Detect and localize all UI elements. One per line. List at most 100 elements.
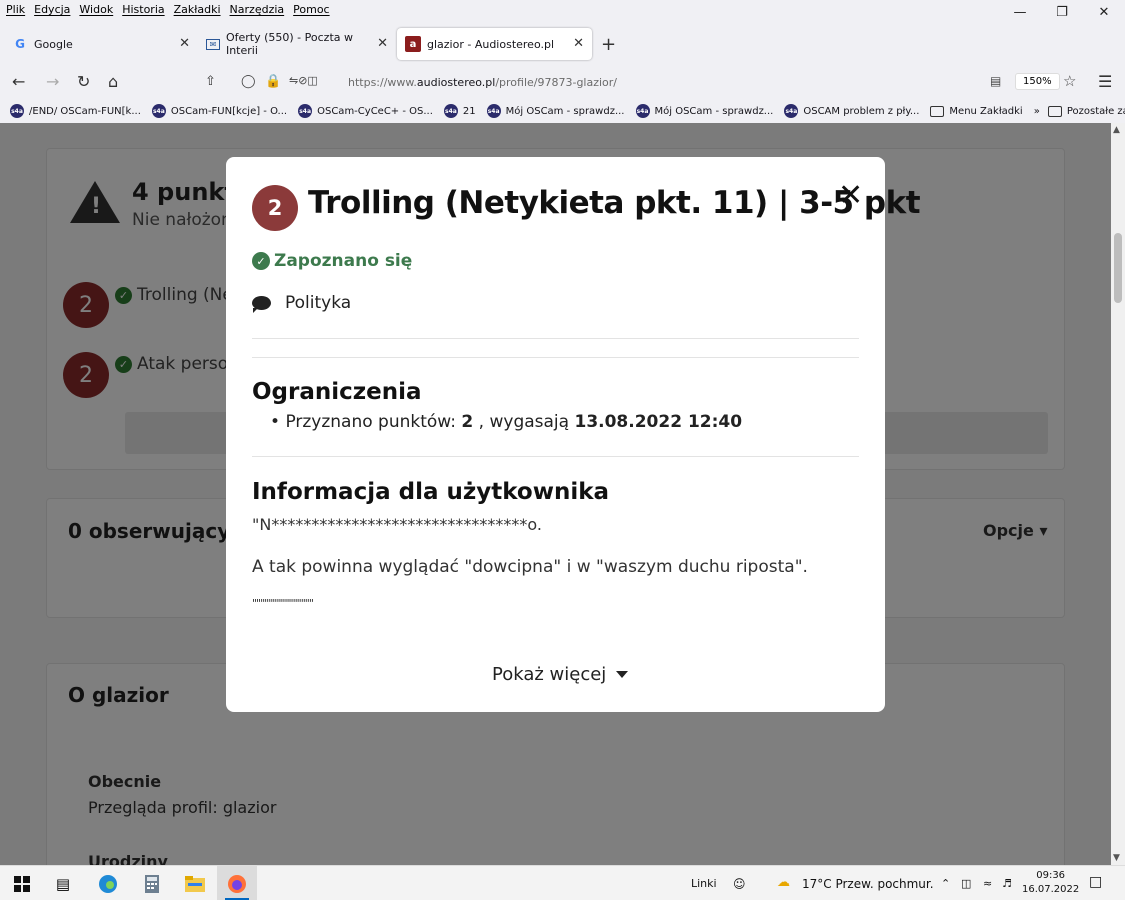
bookmark-folder[interactable]: Menu Zakładki [930, 105, 1023, 117]
permissions-icon[interactable]: ⇋⊘◫ [289, 74, 318, 87]
people-icon[interactable]: ☺ [733, 877, 746, 891]
file-explorer-icon[interactable] [184, 874, 206, 894]
home-icon[interactable]: ⌂ [108, 72, 118, 91]
weather-icon[interactable]: ☁ [777, 875, 790, 890]
close-icon[interactable]: ✕ [838, 181, 863, 211]
close-tab-icon[interactable]: ✕ [179, 36, 190, 51]
restore-button[interactable]: ❐ [1041, 0, 1083, 24]
clock-time: 09:36 [1036, 870, 1066, 881]
url-path: /profile/97873-glazior/ [495, 76, 618, 89]
bookmark-item[interactable]: s4a OSCam-FUN[kcje] - O... [151, 104, 288, 118]
bookmark-label: OSCAM problem z pły... [803, 105, 920, 117]
bookmark-item[interactable]: s4a 21 [443, 104, 476, 118]
system-clock[interactable]: 09:36 16.07.2022 [1022, 869, 1079, 897]
bookmark-favicon-icon: s4a [10, 104, 24, 118]
firefox-icon [226, 874, 248, 894]
nav-bar: ← → ↻ ⌂ ⇧ ◯ 🔒 ⇋⊘◫ https://www.audiostere… [0, 64, 1125, 100]
import-icon[interactable]: ⇧ [205, 74, 216, 89]
scroll-thumb[interactable] [1114, 233, 1122, 303]
bookmark-favicon-icon: s4a [486, 104, 501, 118]
star-icon[interactable]: ☆ [1063, 72, 1076, 90]
tab-bar: G Google ✕ ✉ Oferty (550) - Poczta w Int… [0, 28, 1125, 62]
modal-title: Trolling (Netykieta pkt. 11) | 3-5 pkt [308, 185, 921, 221]
menu-file[interactable]: Plik [6, 3, 25, 16]
new-tab-button[interactable]: + [601, 34, 616, 55]
show-more-button[interactable]: Pokaż więcej [492, 664, 629, 685]
url-bar[interactable]: ◯ 🔒 ⇋⊘◫ https://www.audiostereo.pl/profi… [233, 67, 1094, 97]
volume-icon[interactable]: ♬ [1002, 877, 1012, 890]
notifications-icon[interactable]: □ [1089, 874, 1102, 890]
bookmark-folder[interactable]: Pozostałe zakładki [1047, 105, 1125, 117]
forward-icon[interactable]: → [46, 72, 59, 91]
task-view-icon[interactable]: ▤ [52, 874, 74, 894]
menu-help[interactable]: Pomoc [293, 3, 329, 16]
taskbar: ▤ Linki ☺ ☁ 17°C Przew. pochmur. ⌃ ◫ ≈ ♬… [0, 865, 1125, 900]
divider [252, 456, 859, 457]
bookmark-label: 21 [462, 105, 476, 117]
meet-now-icon[interactable]: ◫ [961, 877, 971, 890]
bookmark-item[interactable]: s4a OSCAM problem z pły... [784, 104, 919, 118]
folder-icon [1047, 105, 1062, 117]
minimize-button[interactable]: — [999, 0, 1041, 24]
zoom-level[interactable]: 150% [1015, 73, 1060, 90]
audiostereo-icon: a [405, 36, 421, 52]
category-label[interactable]: Polityka [285, 293, 351, 313]
points-text: Przyznano punktów: [285, 412, 457, 432]
menu-view[interactable]: Widok [79, 3, 113, 16]
restrictions-heading: Ograniczenia [252, 379, 422, 405]
lock-icon[interactable]: 🔒 [265, 74, 281, 89]
scroll-down-icon[interactable]: ▼ [1113, 853, 1120, 863]
close-window-button[interactable]: ✕ [1083, 0, 1125, 24]
close-tab-icon[interactable]: ✕ [377, 36, 388, 51]
bookmark-item[interactable]: s4a Mój OSCam - sprawdz... [486, 104, 625, 118]
tab-title: Google [34, 37, 73, 51]
bookmark-favicon-icon: s4a [443, 104, 458, 118]
windows-start-icon[interactable] [11, 874, 33, 894]
weather-text[interactable]: 17°C Przew. pochmur. [802, 877, 934, 891]
menu-edit[interactable]: Edycja [34, 3, 70, 16]
calculator-icon[interactable] [141, 874, 163, 894]
info-line: A tak powinna wyglądać "dowcipna" i w "w… [252, 557, 808, 577]
shield-icon[interactable]: ◯ [241, 74, 256, 89]
info-line: "N********************************o. [252, 515, 542, 534]
bookmark-item[interactable]: s4a Mój OSCam - sprawdz... [635, 104, 773, 118]
reader-view-icon[interactable]: ▤ [990, 74, 1001, 88]
divider [252, 338, 859, 339]
reload-icon[interactable]: ↻ [77, 72, 90, 91]
url-text[interactable]: https://www.audiostereo.pl/profile/97873… [348, 76, 617, 89]
bookmark-label: /END/ OSCam-FUN[k... [29, 105, 141, 117]
bookmark-favicon-icon: s4a [784, 104, 799, 118]
bookmark-label: OSCam-FUN[kcje] - O... [170, 105, 288, 117]
tab-google[interactable]: G Google ✕ [4, 28, 198, 60]
menu-icon[interactable]: ☰ [1098, 72, 1112, 91]
close-tab-icon[interactable]: ✕ [573, 36, 584, 51]
tab-interia-mail[interactable]: ✉ Oferty (550) - Poczta w Interii ✕ [198, 28, 396, 60]
acknowledged-label: Zapoznano się [274, 251, 413, 271]
edge-icon[interactable] [97, 874, 119, 894]
page-scrollbar[interactable]: ▲ ▼ [1111, 123, 1125, 865]
firefox-taskbar-button[interactable] [217, 866, 257, 900]
scroll-up-icon[interactable]: ▲ [1113, 125, 1120, 135]
bookmark-label: Menu Zakładki [949, 105, 1023, 117]
menu-bookmarks[interactable]: Zakładki [174, 3, 221, 16]
tab-audiostereo[interactable]: a glazior - Audiostereo.pl ✕ [397, 28, 592, 60]
menu-tools[interactable]: Narzędzia [230, 3, 285, 16]
bookmark-item[interactable]: s4a/END/ OSCam-FUN[k... [10, 104, 141, 118]
bookmarks-overflow-icon[interactable]: » [1034, 106, 1040, 117]
tray-overflow-icon[interactable]: ⌃ [941, 877, 950, 890]
bookmark-label: OSCam-CyCeC+ - OS... [317, 105, 433, 117]
clock-date: 16.07.2022 [1022, 884, 1080, 895]
points-badge: 2 [252, 185, 298, 231]
network-icon[interactable]: ≈ [983, 877, 992, 890]
back-icon[interactable]: ← [12, 72, 25, 91]
folder-icon [930, 105, 945, 117]
points-value: 2 [461, 412, 474, 432]
menu-history[interactable]: Historia [122, 3, 164, 16]
bookmark-favicon-icon: s4a [635, 104, 650, 118]
bookmark-item[interactable]: s4a OSCam-CyCeC+ - OS... [298, 104, 433, 118]
links-toolbar[interactable]: Linki [691, 877, 717, 890]
info-line: """"""""""""""" [252, 597, 314, 610]
menu-bar: Plik Edycja Widok Historia Zakładki Narz… [0, 0, 1125, 22]
url-domain: audiostereo.pl [416, 76, 496, 89]
tab-title: Oferty (550) - Poczta w Interii [225, 31, 353, 57]
